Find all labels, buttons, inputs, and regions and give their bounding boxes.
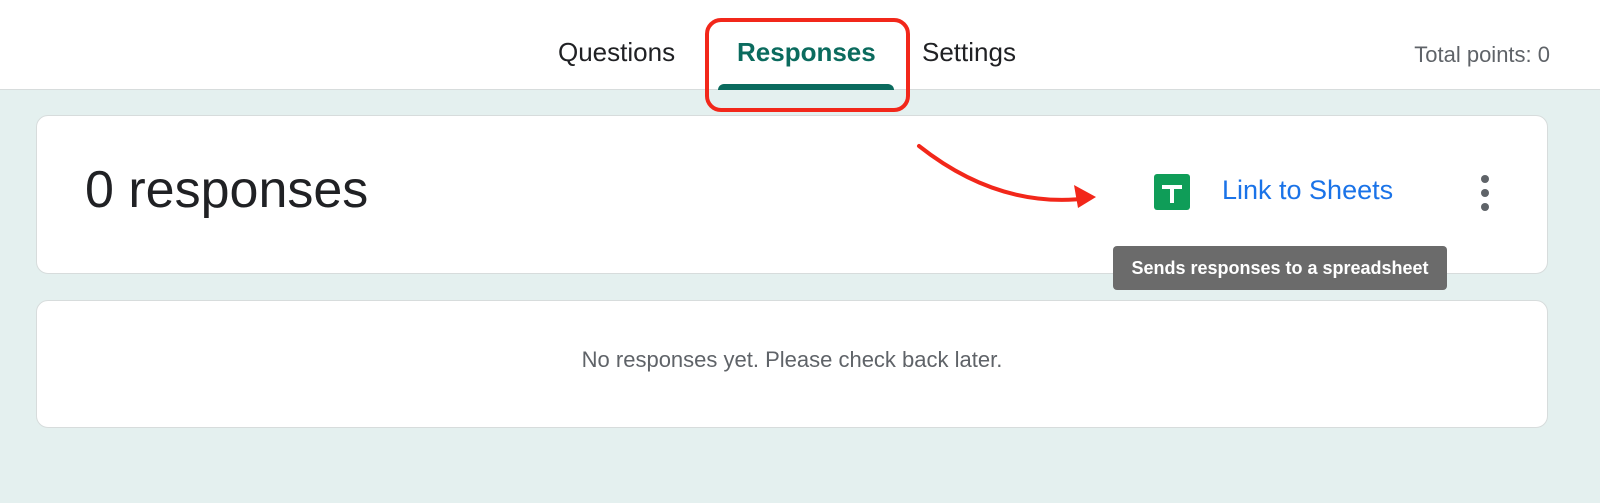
google-sheets-icon[interactable] <box>1154 174 1190 210</box>
total-points: Total points: 0 <box>1414 42 1550 67</box>
empty-responses-card: No responses yet. Please check back late… <box>36 300 1548 428</box>
tab-settings[interactable]: Settings <box>922 34 1016 70</box>
annotation-highlight-box <box>705 18 910 112</box>
more-options-icon[interactable] <box>1472 173 1498 213</box>
empty-state-message: No responses yet. Please check back late… <box>581 347 1003 372</box>
link-to-sheets-button[interactable]: Link to Sheets <box>1222 175 1393 206</box>
tab-questions[interactable]: Questions <box>558 34 675 70</box>
link-sheets-tooltip: Sends responses to a spreadsheet <box>1113 246 1447 290</box>
response-count: 0 responses <box>85 161 369 219</box>
